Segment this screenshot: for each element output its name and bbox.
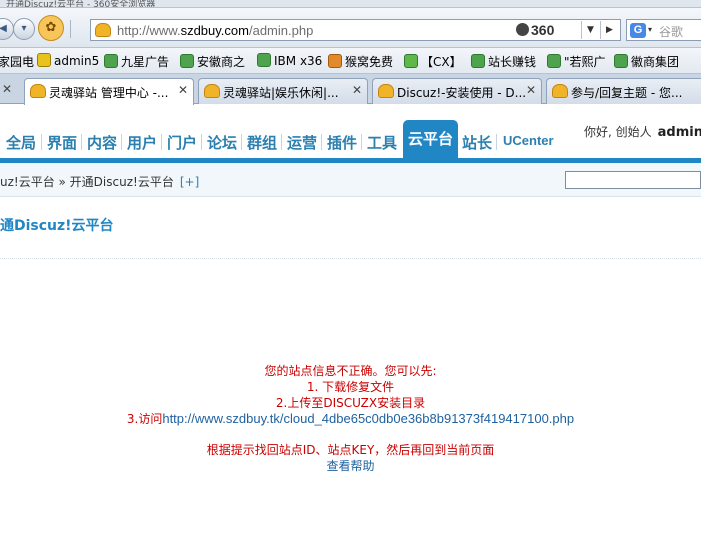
tab-discuz-install[interactable]: Discuz!-安装使用 - D... ✕ [372,78,542,104]
window-title-strip: 开通Discuz!云平台 - 360安全浏览器 [0,0,701,8]
bookmark-icon [404,54,418,68]
address-bar[interactable]: http://www.szdbuy.com/admin.php 360 ▼ ▶ [90,19,621,41]
menu-cloud-platform[interactable]: 云平台 [403,120,459,158]
view-help-link[interactable]: 查看帮助 [0,458,701,474]
bookmark-item[interactable]: 家园电 [0,53,34,70]
bookmark-item[interactable]: 【CX】 [404,53,462,70]
bookmark-item[interactable]: IBM x36 [257,53,322,68]
site-favicon-icon [30,84,46,98]
dropdown-history-icon[interactable]: ▾ [13,18,35,40]
menu-portal[interactable]: 门户 [167,132,197,153]
download-repair-link[interactable]: 1. 下载修复文件 [0,379,701,395]
search-box[interactable]: G ▾ 谷歌 [626,19,701,41]
site-favicon-icon [378,84,394,98]
menu-plugins[interactable]: 插件 [327,132,357,153]
menu-content[interactable]: 内容 [87,132,117,153]
tab-forum[interactable]: 灵魂驿站|娱乐休闲|... ✕ [198,78,368,104]
address-url[interactable]: http://www.szdbuy.com/admin.php [117,23,313,38]
bookmark-item[interactable]: 猴窝免费 [328,53,393,70]
title-divider [0,258,701,259]
security-360-badge[interactable]: 360 [516,22,572,38]
menu-separator [201,134,202,150]
page-title: 通Discuz!云平台 [0,218,114,234]
bookmark-item[interactable]: 徽商集团 [614,53,679,70]
add-shortcut-button[interactable]: [+] [180,175,199,189]
bookmark-item[interactable]: 安徽商之 [180,53,245,70]
bookmark-icon [328,54,342,68]
menu-separator [41,134,42,150]
menu-separator [496,134,497,150]
shield-icon [516,23,529,36]
breadcrumb: uz!云平台 » 开通Discuz!云平台 [+] [0,175,200,189]
menu-global[interactable]: 全局 [6,132,36,153]
bookmark-icon [37,53,51,67]
close-icon[interactable]: ✕ [526,83,536,97]
breadcrumb-row: uz!云平台 » 开通Discuz!云平台 [+] [0,163,701,197]
close-icon[interactable]: ✕ [178,83,188,97]
site-favicon-icon [552,84,568,98]
admin-header: 全局 界面 内容 用户 门户 论坛 群组 运营 插件 工具 云平台 站长 UCe… [0,105,701,161]
toolbar-separator [70,20,71,38]
close-icon[interactable]: ✕ [2,82,12,96]
site-favicon-icon [95,23,111,37]
site-favicon-icon [204,84,220,98]
menu-tools[interactable]: 工具 [367,132,397,153]
bookmark-item[interactable]: 九星广告 [104,53,169,70]
bookmark-icon [180,54,194,68]
menu-ucenter[interactable]: UCenter [503,133,554,148]
message-line: 您的站点信息不正确。您可以先: [264,364,437,378]
menu-separator [361,134,362,150]
menu-users[interactable]: 用户 [127,132,157,153]
menu-separator [81,134,82,150]
address-dropdown-icon[interactable]: ▼ [581,21,599,39]
close-icon[interactable]: ✕ [352,83,362,97]
search-engine-dropdown-icon[interactable]: ▾ [648,25,652,34]
bookmark-icon [547,54,561,68]
username-link[interactable]: admin [658,125,701,140]
bookmark-icon [614,54,628,68]
message-line: 根据提示找回站点ID、站点KEY，然后再回到当前页面 [206,443,495,457]
bookmark-icon [104,54,118,68]
tab-reply-topic[interactable]: 参与/回复主题 - 您... [546,78,701,104]
browser-navbar: ◀ ▾ ✿ http://www.szdbuy.com/admin.php 36… [0,8,701,48]
menu-forum[interactable]: 论坛 [207,132,237,153]
back-button[interactable]: ◀ [0,18,14,40]
menu-separator [281,134,282,150]
bookmark-item[interactable]: 站长赚钱 [471,53,536,70]
menu-separator [241,134,242,150]
menu-webmaster[interactable]: 站长 [462,132,492,153]
paw-home-icon[interactable]: ✿ [38,15,64,41]
menu-separator [321,134,322,150]
window-title: 开通Discuz!云平台 - 360安全浏览器 [6,0,156,8]
user-greeting: 你好, 创始人 admin [584,125,701,140]
menu-interface[interactable]: 界面 [47,132,77,153]
cloud-repair-url-link[interactable]: http://www.szdbuy.tk/cloud_4dbe65c0db0e3… [162,411,574,426]
search-placeholder: 谷歌 [659,25,684,39]
menu-separator [121,134,122,150]
bookmark-item[interactable]: admin5 [37,53,99,68]
bookmark-icon [471,54,485,68]
menu-operations[interactable]: 运营 [287,132,317,153]
menu-separator [161,134,162,150]
bookmark-icon [257,53,271,67]
go-arrow-icon[interactable]: ▶ [600,21,618,39]
bookmarks-bar: 家园电 admin5 九星广告 安徽商之 IBM x36 猴窝免费 【CX】 站… [0,48,701,74]
bookmark-item[interactable]: "若熙广 [547,53,606,70]
google-icon: G [630,23,646,38]
error-message: 您的站点信息不正确。您可以先: 1. 下载修复文件 2.上传至DISCUZX安装… [0,363,701,474]
message-line: 2.上传至DISCUZX安装目录 [275,396,426,410]
menu-groups[interactable]: 群组 [247,132,277,153]
browser-tab-bar: ✕ 灵魂驿站 管理中心 -... ✕ 灵魂驿站|娱乐休闲|... ✕ Discu… [0,74,701,105]
admin-search-input[interactable] [565,171,701,189]
tab-admin-center[interactable]: 灵魂驿站 管理中心 -... ✕ [24,78,194,105]
